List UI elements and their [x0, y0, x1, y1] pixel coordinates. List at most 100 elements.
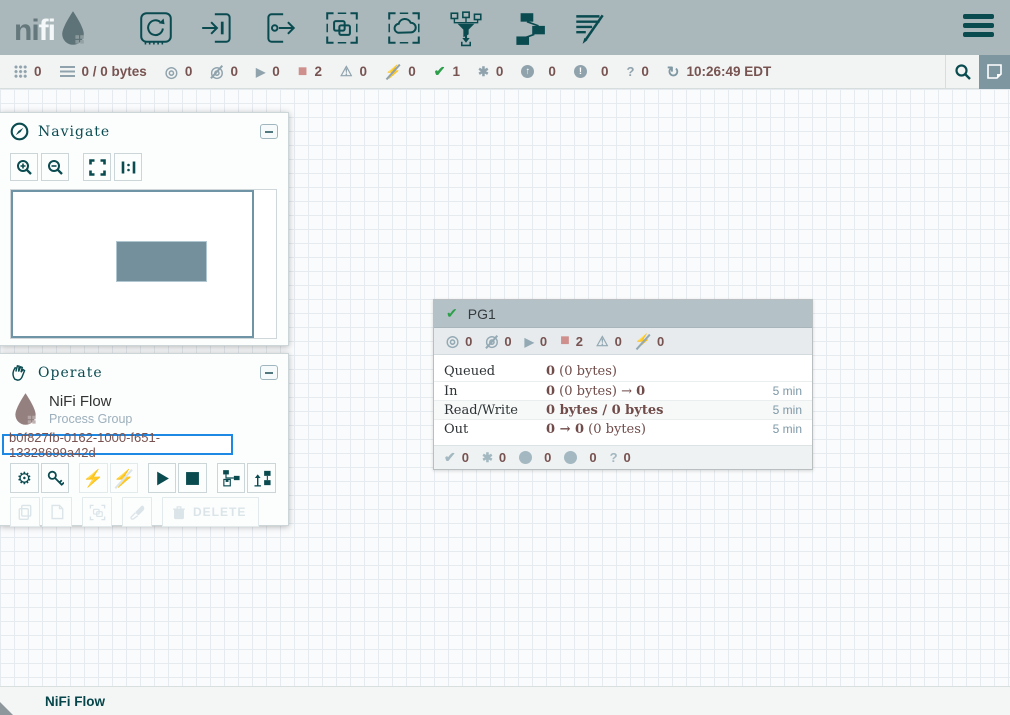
- stat-active-threads: 0: [14, 64, 42, 79]
- queued-icon: [60, 66, 75, 78]
- save-template-button[interactable]: [217, 463, 246, 493]
- status-bar: 0 0 / 0 bytes 0 0 0 2 0 0 1 0 0 0 0 10:2…: [0, 55, 1010, 89]
- lightning-slash-icon: ⚡: [113, 470, 134, 487]
- delete-button: DELETE: [162, 497, 259, 527]
- process-group-drop-icon: [12, 392, 39, 426]
- zoom-out-button[interactable]: [41, 153, 69, 181]
- hamburger-icon: [963, 14, 994, 19]
- group-icon: [88, 503, 107, 522]
- invalid-icon: [340, 63, 353, 80]
- active-threads-icon: [14, 65, 27, 78]
- global-menu-button[interactable]: [963, 14, 994, 37]
- toolbar-item-template[interactable]: [508, 8, 548, 48]
- bulletin-board-button[interactable]: [979, 55, 1010, 89]
- stop-button[interactable]: [178, 463, 207, 493]
- stopped-icon: [298, 63, 308, 81]
- minimap-component-rect: [116, 241, 207, 282]
- toolbar-item-label[interactable]: [570, 8, 610, 48]
- navigate-palette: Navigate: [0, 112, 289, 346]
- breadcrumb-bar: NiFi Flow: [0, 686, 1010, 715]
- running-icon: [256, 65, 265, 79]
- sync-failure-icon: [626, 64, 634, 79]
- table-row-read-write: Read/Write 0 bytes / 0 bytes 5 min: [434, 400, 812, 419]
- locally-modified-stale-icon: [574, 65, 587, 78]
- component-toolbar: [136, 8, 632, 48]
- toolbar-item-process-group[interactable]: [322, 8, 362, 48]
- toolbar-item-input-port[interactable]: [198, 8, 238, 48]
- component-id-field[interactable]: b0f827fb-0162-1000-f651-13328699a42d: [2, 434, 233, 455]
- stat-locally-modified-stale: 0: [574, 64, 609, 79]
- toolbar-item-output-port[interactable]: [260, 8, 300, 48]
- operate-header: Operate: [0, 354, 288, 388]
- selected-component-name: NiFi Flow: [49, 393, 132, 410]
- birdseye-minimap[interactable]: [10, 189, 277, 339]
- stat-stale: 0: [521, 64, 556, 79]
- group-button: [82, 497, 112, 527]
- stat-disabled: 0: [385, 64, 416, 80]
- operate-collapse-button[interactable]: [260, 365, 278, 380]
- zoom-actual-size-button[interactable]: [114, 153, 142, 181]
- toolbar-item-remote-process-group[interactable]: [384, 8, 424, 48]
- copy-icon: [16, 503, 34, 521]
- pg1-version-counts: 0 0 0 0 0: [434, 445, 812, 469]
- logo-text-fi: fi: [39, 16, 55, 46]
- breadcrumb-nifi-flow[interactable]: NiFi Flow: [45, 694, 105, 709]
- key-icon: [46, 469, 64, 487]
- not-transmitting-icon: [210, 63, 223, 81]
- search-button[interactable]: [945, 55, 979, 89]
- paste-button: [42, 497, 72, 527]
- paint-brush-icon: [128, 503, 146, 521]
- status-counts: 0 0 / 0 bytes 0 0 0 2 0 0 1 0 0 0 0 10:2…: [0, 63, 945, 81]
- play-icon: [154, 470, 171, 487]
- enable-button: ⚡: [79, 463, 108, 493]
- refresh-icon[interactable]: [667, 63, 680, 81]
- stopped-icon: [560, 332, 570, 350]
- operate-palette: Operate NiFi Flow Process Group b0f827fb…: [0, 353, 289, 526]
- last-refresh: 10:26:49 EDT: [667, 63, 771, 81]
- compass-icon: [10, 122, 29, 141]
- gear-icon: ⚙: [17, 470, 32, 487]
- upload-template-button[interactable]: [247, 463, 276, 493]
- template-icon: [509, 9, 547, 47]
- save-template-icon: [221, 468, 241, 488]
- access-policies-button[interactable]: [41, 463, 70, 493]
- configure-button[interactable]: ⚙: [10, 463, 39, 493]
- locally-modified-stale-icon: [564, 451, 577, 464]
- output-port-icon: [261, 9, 299, 47]
- breadcrumb-corner-decoration: [0, 702, 13, 715]
- pg1-stats-table: Queued 0 (0 bytes) In 0 (0 bytes) → 0 5 …: [434, 362, 812, 438]
- stat-not-transmitting: 0: [210, 63, 238, 81]
- transmitting-icon: [446, 332, 459, 350]
- process-group-pg1[interactable]: PG1 0 0 0 2 0 0 Queued 0 (0 bytes) In 0 …: [433, 299, 813, 470]
- sync-failure-icon: [610, 450, 618, 465]
- zoom-fit-button[interactable]: [83, 153, 111, 181]
- locally-modified-icon: [478, 64, 489, 80]
- operate-title: Operate: [38, 365, 260, 381]
- start-button[interactable]: [148, 463, 177, 493]
- upload-template-icon: [252, 468, 272, 488]
- zoom-in-button[interactable]: [10, 153, 38, 181]
- transmitting-icon: [165, 63, 178, 81]
- table-row-out: Out 0 → 0 (0 bytes) 5 min: [434, 419, 812, 438]
- zoom-out-icon: [47, 159, 64, 176]
- funnel-icon: [447, 9, 485, 47]
- up-to-date-icon: [444, 449, 456, 466]
- stale-icon: [521, 65, 534, 78]
- stat-transmitting: 0: [165, 63, 193, 81]
- stat-sync-failure: 0: [626, 64, 648, 79]
- toolbar-item-funnel[interactable]: [446, 8, 486, 48]
- operate-buttons-row-1: ⚙ ⚡ ⚡: [0, 459, 288, 493]
- table-row-queued: Queued 0 (0 bytes): [434, 362, 812, 381]
- hand-icon: [10, 363, 29, 382]
- flow-canvas[interactable]: Navigate: [0, 89, 1010, 686]
- pg1-component-counts: 0 0 0 2 0 0: [434, 328, 812, 355]
- selected-component-type: Process Group: [49, 412, 132, 426]
- navigate-collapse-button[interactable]: [260, 124, 278, 139]
- search-icon: [954, 63, 972, 81]
- toolbar-item-processor[interactable]: [136, 8, 176, 48]
- minus-icon: [265, 131, 273, 133]
- selected-component-info: NiFi Flow Process Group: [0, 388, 288, 428]
- navigate-title: Navigate: [38, 124, 260, 140]
- minus-icon: [265, 372, 273, 374]
- lightning-icon: ⚡: [83, 470, 104, 487]
